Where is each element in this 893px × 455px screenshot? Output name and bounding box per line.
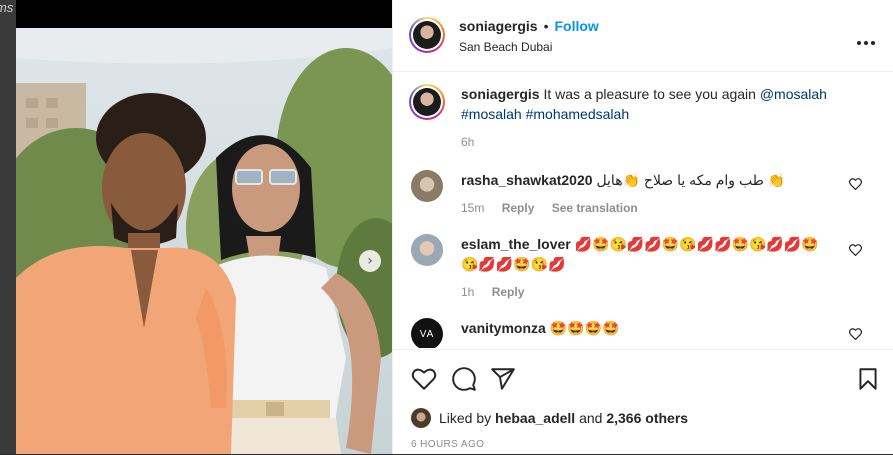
likes-summary: Liked by hebaa_adell and 2,366 others (411, 408, 688, 428)
comment-icon[interactable] (451, 366, 477, 392)
reply-button[interactable]: Reply (502, 201, 535, 215)
likes-and: and (579, 410, 603, 426)
post-header: soniagergis • Follow San Beach Dubai (393, 0, 893, 72)
follow-button[interactable]: Follow (555, 18, 599, 34)
reply-button[interactable]: Reply (492, 285, 525, 299)
separator-dot: • (543, 18, 549, 34)
commenter-avatar-text: VA (419, 328, 435, 340)
comment-username[interactable]: rasha_shawkat2020 (461, 172, 593, 188)
liker-avatar[interactable] (411, 408, 431, 428)
comment-text: طب وام مكه يا صلاح 👏هايل 👏 (596, 172, 786, 188)
share-icon[interactable] (490, 366, 516, 392)
comment-text: 💋🤩😘💋💋🤩😘💋💋🤩😘💋💋🤩 (574, 236, 819, 252)
heart-icon[interactable] (411, 366, 437, 392)
likes-others[interactable]: 2,366 others (606, 410, 688, 426)
comment-item: VA vanitymonza 🤩🤩🤩🤩 (411, 318, 876, 348)
commenter-avatar[interactable] (411, 234, 443, 266)
post-actions: Liked by hebaa_adell and 2,366 others 6 … (393, 349, 893, 455)
comment-like-heart-icon[interactable] (848, 328, 863, 343)
comment-username[interactable]: vanitymonza (461, 320, 546, 336)
caption-hashtags[interactable]: #mosalah #mohamedsalah (461, 106, 629, 122)
bookmark-icon[interactable] (855, 366, 881, 392)
edge-text: ms (0, 0, 14, 15)
post-timestamp: 6 HOURS AGO (411, 439, 485, 450)
post-detail-panel: soniagergis • Follow San Beach Dubai son… (392, 0, 893, 454)
author-username[interactable]: soniagergis (459, 18, 538, 34)
comment-like-heart-icon[interactable] (848, 244, 863, 259)
comment-time: 15m (461, 201, 485, 215)
comment-text-continued: 😘💋💋🤩😘💋 (461, 256, 566, 272)
photo-top-bar (16, 0, 392, 28)
next-photo-button[interactable]: › (359, 250, 381, 272)
comments-section[interactable]: soniagergis It was a pleasure to see you… (393, 72, 893, 348)
post-photo[interactable] (16, 28, 392, 454)
caption-text: It was a pleasure to see you again (543, 86, 756, 102)
post-photo-illustration (16, 28, 392, 454)
caption-username[interactable]: soniagergis (461, 86, 540, 102)
caption-mention[interactable]: @mosalah (760, 86, 827, 102)
comment-item: rasha_shawkat2020 طب وام مكه يا صلاح 👏ها… (411, 170, 876, 230)
backdrop: ms (0, 0, 16, 454)
caption-time: 6h (461, 135, 475, 149)
author-avatar[interactable] (409, 17, 445, 53)
comment-time: 1h (461, 285, 475, 299)
see-translation-button[interactable]: See translation (552, 201, 638, 215)
liker-username[interactable]: hebaa_adell (495, 410, 575, 426)
chevron-right-icon: › (367, 253, 373, 269)
caption-avatar[interactable] (409, 84, 445, 120)
comment-username[interactable]: eslam_the_lover (461, 236, 571, 252)
post-location[interactable]: San Beach Dubai (459, 40, 552, 54)
commenter-avatar[interactable] (411, 170, 443, 202)
commenter-avatar[interactable]: VA (411, 318, 443, 348)
comment-item: eslam_the_lover 💋🤩😘💋💋🤩😘💋💋🤩😘💋💋🤩 😘💋💋🤩😘💋 1h… (411, 234, 876, 299)
caption: soniagergis It was a pleasure to see you… (409, 84, 876, 154)
comment-text: 🤩🤩🤩🤩 (549, 320, 620, 336)
comment-like-heart-icon[interactable] (848, 178, 863, 193)
more-options-icon[interactable] (856, 30, 876, 51)
likes-prefix: Liked by (439, 410, 492, 426)
